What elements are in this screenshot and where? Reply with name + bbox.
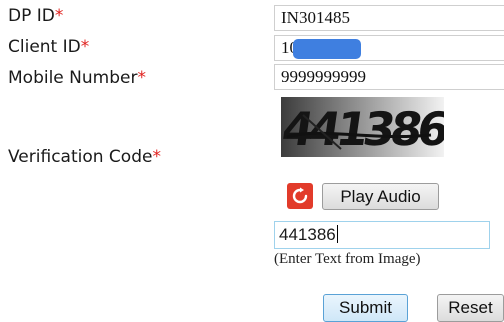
refresh-captcha-button[interactable] [287, 183, 313, 209]
text-caret [336, 225, 338, 243]
refresh-icon [292, 187, 308, 204]
client-id-label-text: Client ID [8, 37, 81, 57]
redaction-mark [293, 39, 361, 59]
captcha-hint: (Enter Text from Image) [274, 251, 421, 267]
required-marker: * [152, 147, 161, 167]
captcha-graphic: 441386 [281, 97, 444, 157]
dp-id-field[interactable]: IN301485 [274, 5, 504, 31]
mobile-number-field[interactable]: 9999999999 [274, 64, 504, 90]
verification-code-value: 441386 [279, 225, 336, 244]
mobile-number-label-text: Mobile Number [8, 68, 138, 88]
required-marker: * [54, 6, 64, 26]
required-marker: * [80, 37, 90, 57]
captcha-image: 441386 [281, 97, 444, 157]
dp-id-label-text: DP ID [8, 6, 55, 26]
submit-button[interactable]: Submit [323, 294, 408, 322]
mobile-number-label: Mobile Number* [8, 68, 146, 88]
captcha-text: 441386 [281, 102, 444, 156]
required-marker: * [137, 68, 146, 88]
verification-code-label-text: Verification Code [8, 147, 153, 167]
reset-button[interactable]: Reset [437, 294, 504, 322]
verification-code-input[interactable]: 441386 [274, 221, 490, 249]
dp-id-label: DP ID* [8, 6, 63, 26]
play-audio-button[interactable]: Play Audio [322, 183, 439, 210]
verification-code-label: Verification Code* [8, 147, 161, 167]
client-id-label: Client ID* [8, 37, 89, 57]
